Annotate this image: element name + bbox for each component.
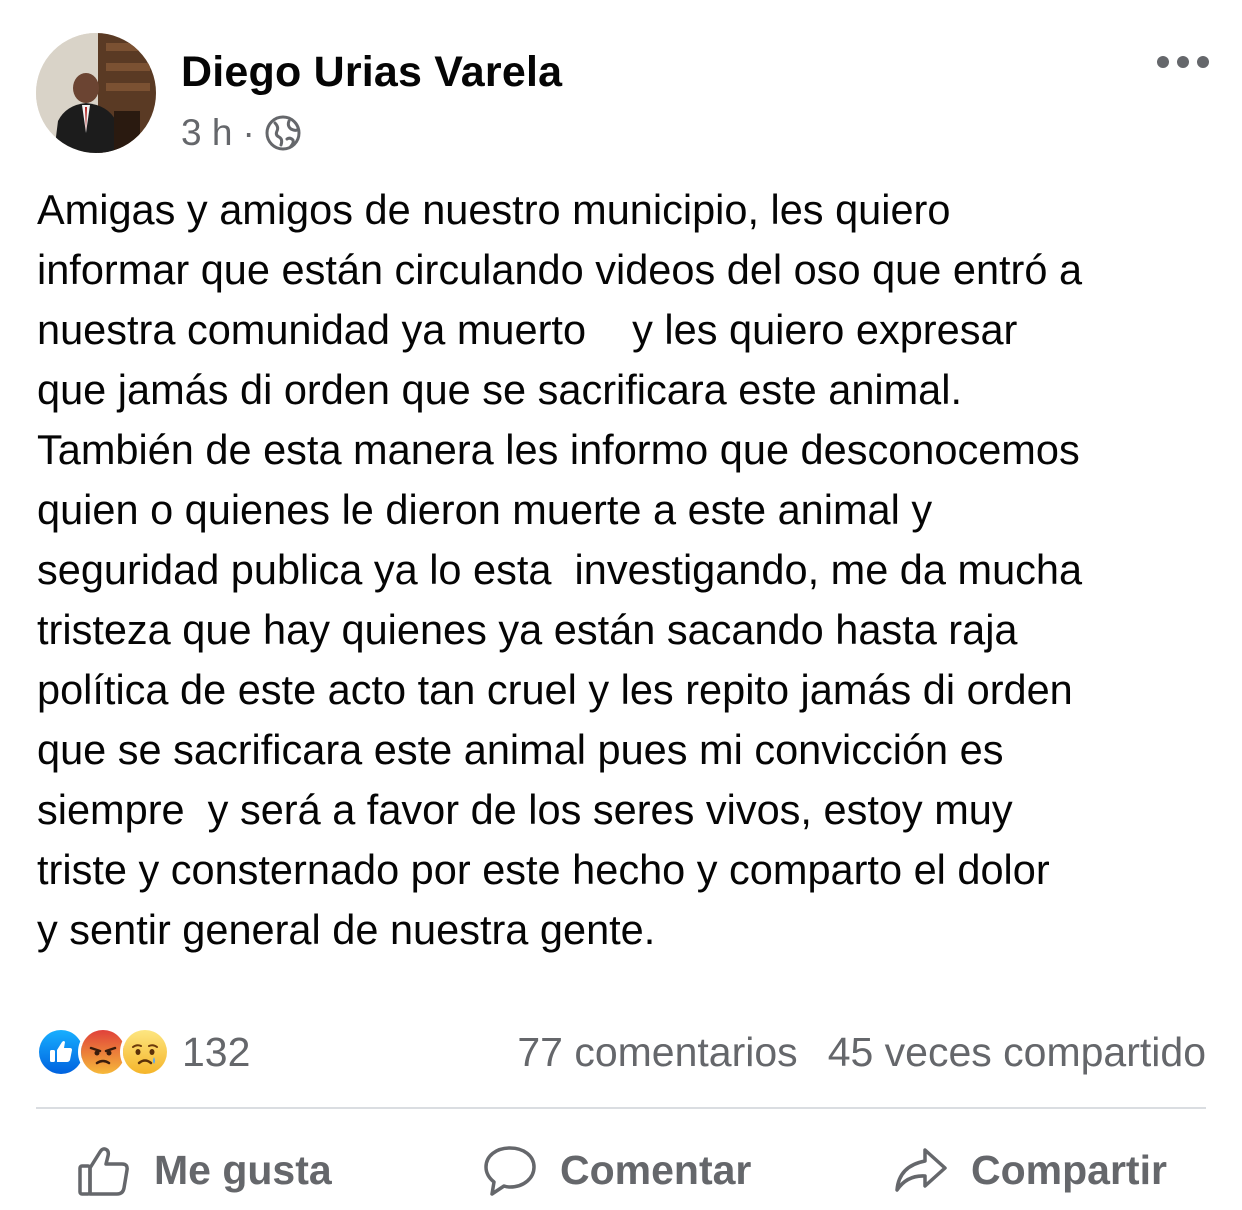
post-text-line: nuestra comunidad ya muerto y les quiero… bbox=[37, 306, 1018, 353]
post-text-line: que se sacrificara este animal pues mi c… bbox=[37, 726, 1004, 773]
post-text-line: triste y consternado por este hecho y co… bbox=[37, 846, 1050, 893]
shares-count[interactable]: 45 veces compartido bbox=[828, 1029, 1206, 1076]
comment-icon bbox=[482, 1142, 538, 1198]
thumbs-up-icon bbox=[76, 1142, 132, 1198]
post-text-line: informar que están circulando videos del… bbox=[37, 246, 1083, 293]
reaction-icons bbox=[36, 1027, 170, 1077]
post-time[interactable]: 3 h bbox=[181, 112, 232, 154]
meta-separator: · bbox=[242, 112, 255, 153]
globe-icon[interactable] bbox=[265, 115, 301, 151]
like-label: Me gusta bbox=[154, 1146, 332, 1193]
post-meta: 3 h · bbox=[181, 108, 301, 158]
post-text-line: tristeza que hay quienes ya están sacand… bbox=[37, 606, 1018, 653]
reaction-count: 132 bbox=[182, 1028, 251, 1075]
post-text-line: y sentir general de nuestra gente. bbox=[37, 906, 656, 953]
author-name[interactable]: Diego Urias Varela bbox=[181, 48, 562, 97]
more-options-icon bbox=[1157, 56, 1209, 68]
post-text-line: que jamás di orden que se sacrificara es… bbox=[37, 366, 963, 413]
more-options-button[interactable] bbox=[1150, 42, 1216, 82]
share-label: Compartir bbox=[971, 1146, 1167, 1193]
share-arrow-icon bbox=[893, 1142, 949, 1198]
author-avatar[interactable] bbox=[36, 33, 156, 153]
engagement-counts: 77 comentarios 45 veces compartido bbox=[517, 1022, 1206, 1082]
like-button[interactable]: Me gusta bbox=[76, 1130, 332, 1210]
post-text-line: Amigas y amigos de nuestro municipio, le… bbox=[37, 186, 951, 233]
comment-button[interactable]: Comentar bbox=[482, 1130, 751, 1210]
avatar-photo bbox=[36, 33, 156, 153]
post-text-line: quien o quienes le dieron muerte a este … bbox=[37, 486, 933, 533]
post-text-line: También de esta manera les informo que d… bbox=[37, 426, 1080, 473]
action-bar: Me gusta Comentar Compartir bbox=[0, 1130, 1242, 1210]
post-stats: 132 77 comentarios 45 veces compartido bbox=[36, 1022, 1206, 1082]
post-text-line: seguridad publica ya lo esta investigand… bbox=[37, 546, 1083, 593]
comments-count[interactable]: 77 comentarios bbox=[517, 1029, 797, 1076]
post-text-line: política de este acto tan cruel y les re… bbox=[37, 666, 1073, 713]
reactions-summary[interactable]: 132 bbox=[36, 1022, 250, 1082]
comment-label: Comentar bbox=[560, 1146, 752, 1193]
divider bbox=[36, 1107, 1206, 1109]
sad-reaction-icon bbox=[120, 1027, 170, 1077]
post-text: Amigas y amigos de nuestro municipio, le… bbox=[37, 180, 1217, 960]
post-text-line: siempre y será a favor de los seres vivo… bbox=[37, 786, 1013, 833]
share-button[interactable]: Compartir bbox=[893, 1130, 1167, 1210]
